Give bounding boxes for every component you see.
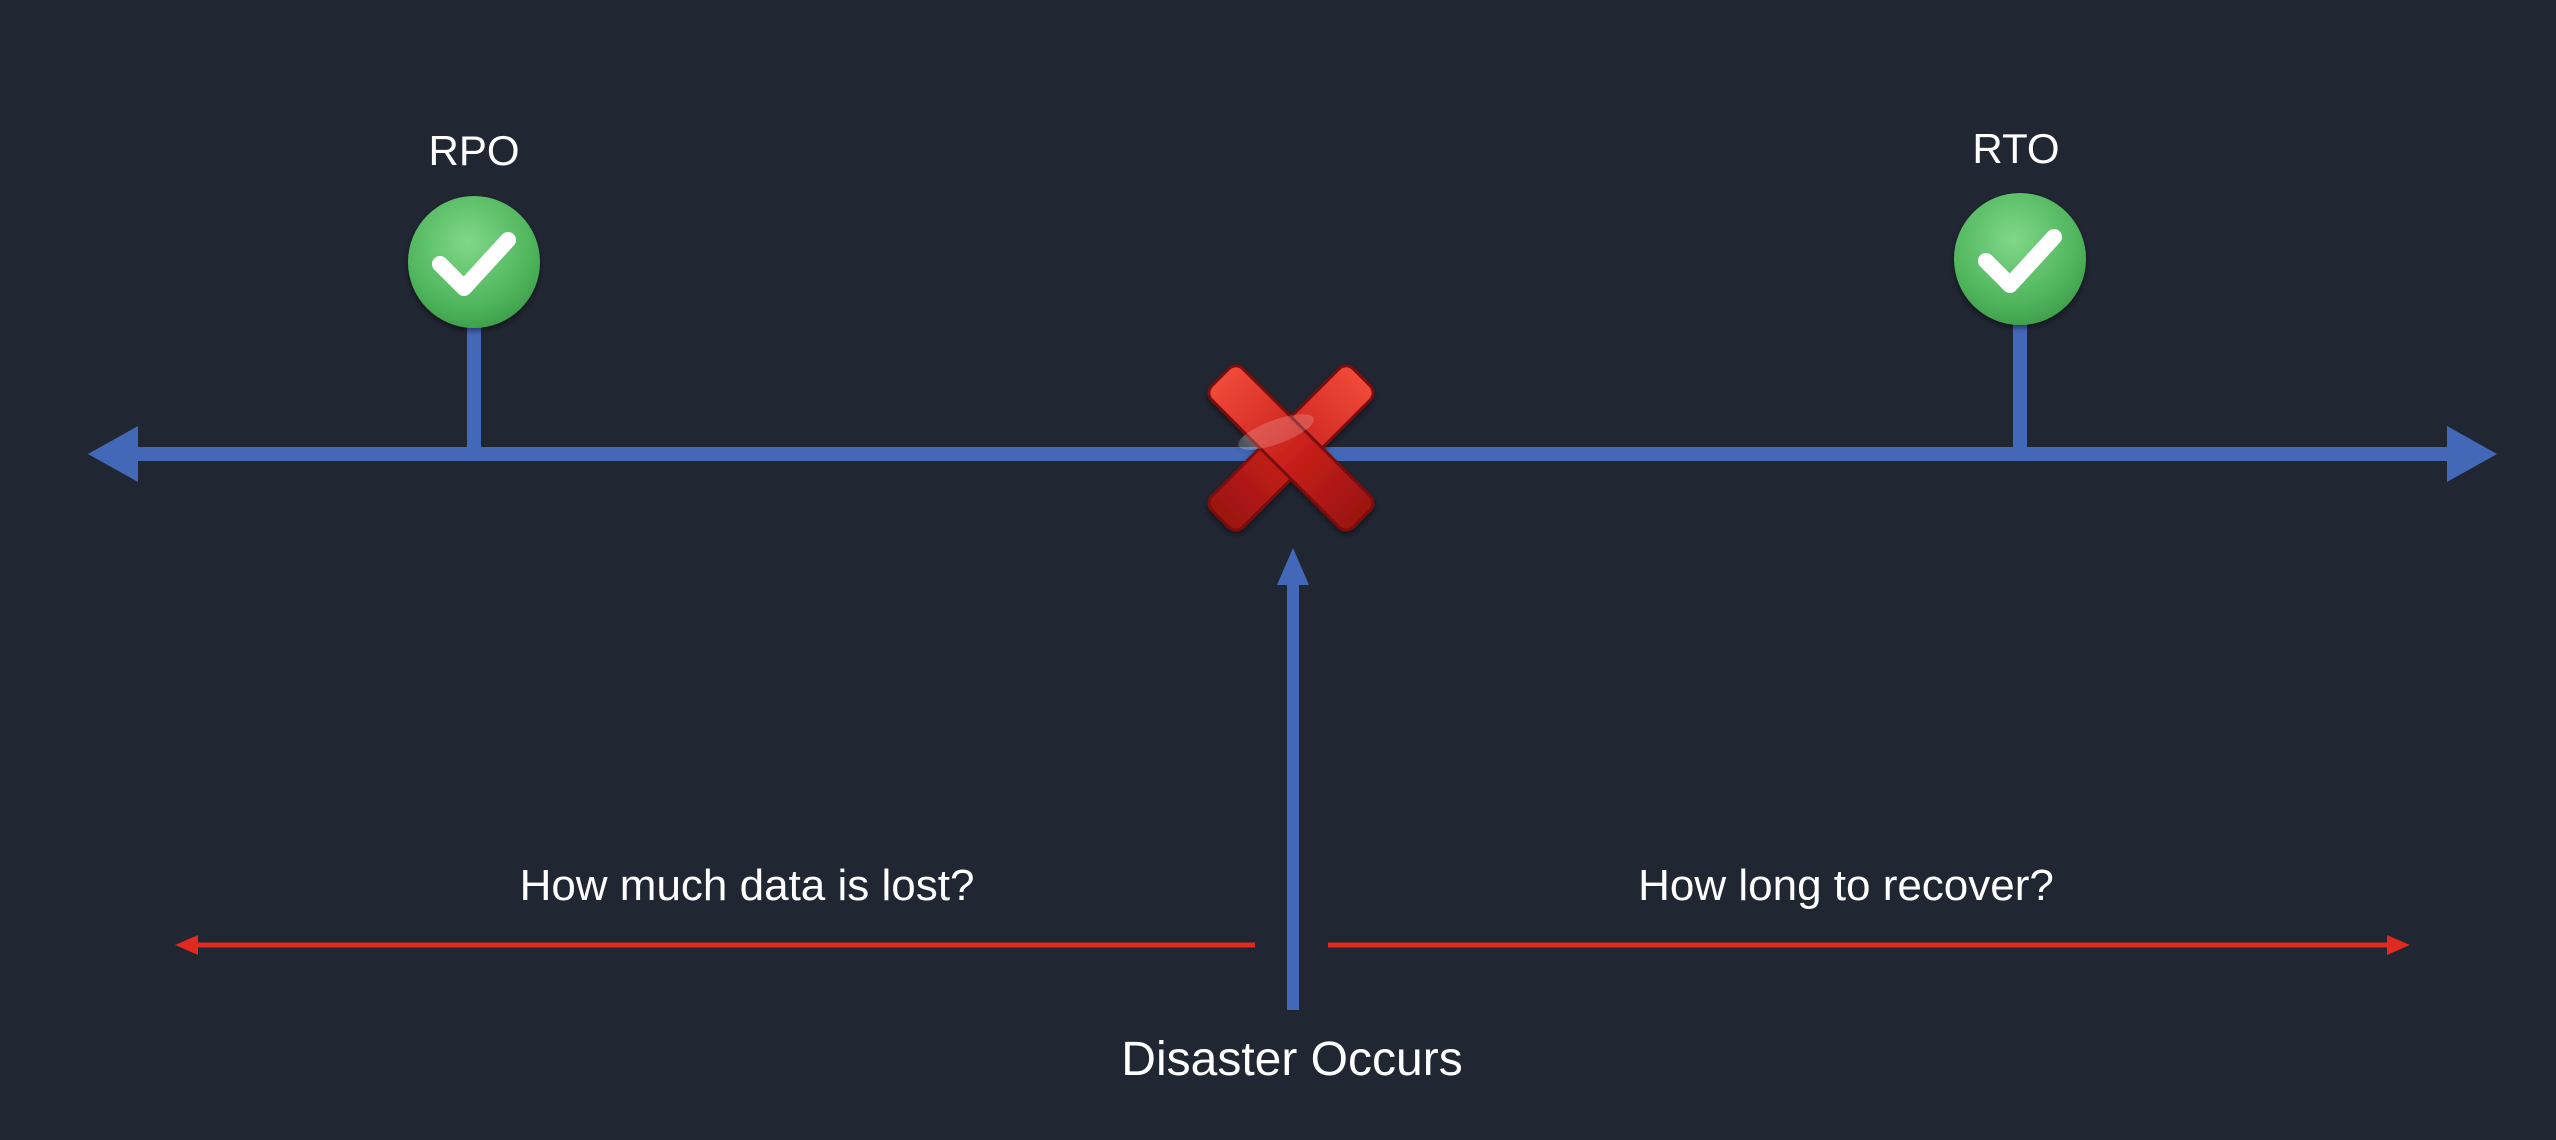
rpo-check-circle-icon [408, 196, 540, 328]
disaster-label: Disaster Occurs [1121, 1033, 1462, 1086]
recovery-span-arrow [1328, 935, 2410, 955]
rto-label: RTO [1972, 125, 2059, 172]
recovery-question: How long to recover? [1638, 861, 2054, 910]
timeline-left-arrowhead [88, 426, 138, 482]
rto-marker: RTO [1954, 125, 2086, 454]
rpo-marker: RPO [408, 127, 540, 454]
data-loss-question: How much data is lost? [520, 861, 975, 910]
data-loss-span-arrow [175, 935, 1255, 955]
diagram-canvas: RPO RTO Disaster Occurs How much data is… [0, 0, 2556, 1140]
disaster-pointer-arrow [1277, 548, 1309, 1010]
rpo-label: RPO [428, 127, 519, 174]
rto-check-circle-icon [1954, 193, 2086, 325]
timeline-right-arrowhead [2447, 426, 2497, 482]
